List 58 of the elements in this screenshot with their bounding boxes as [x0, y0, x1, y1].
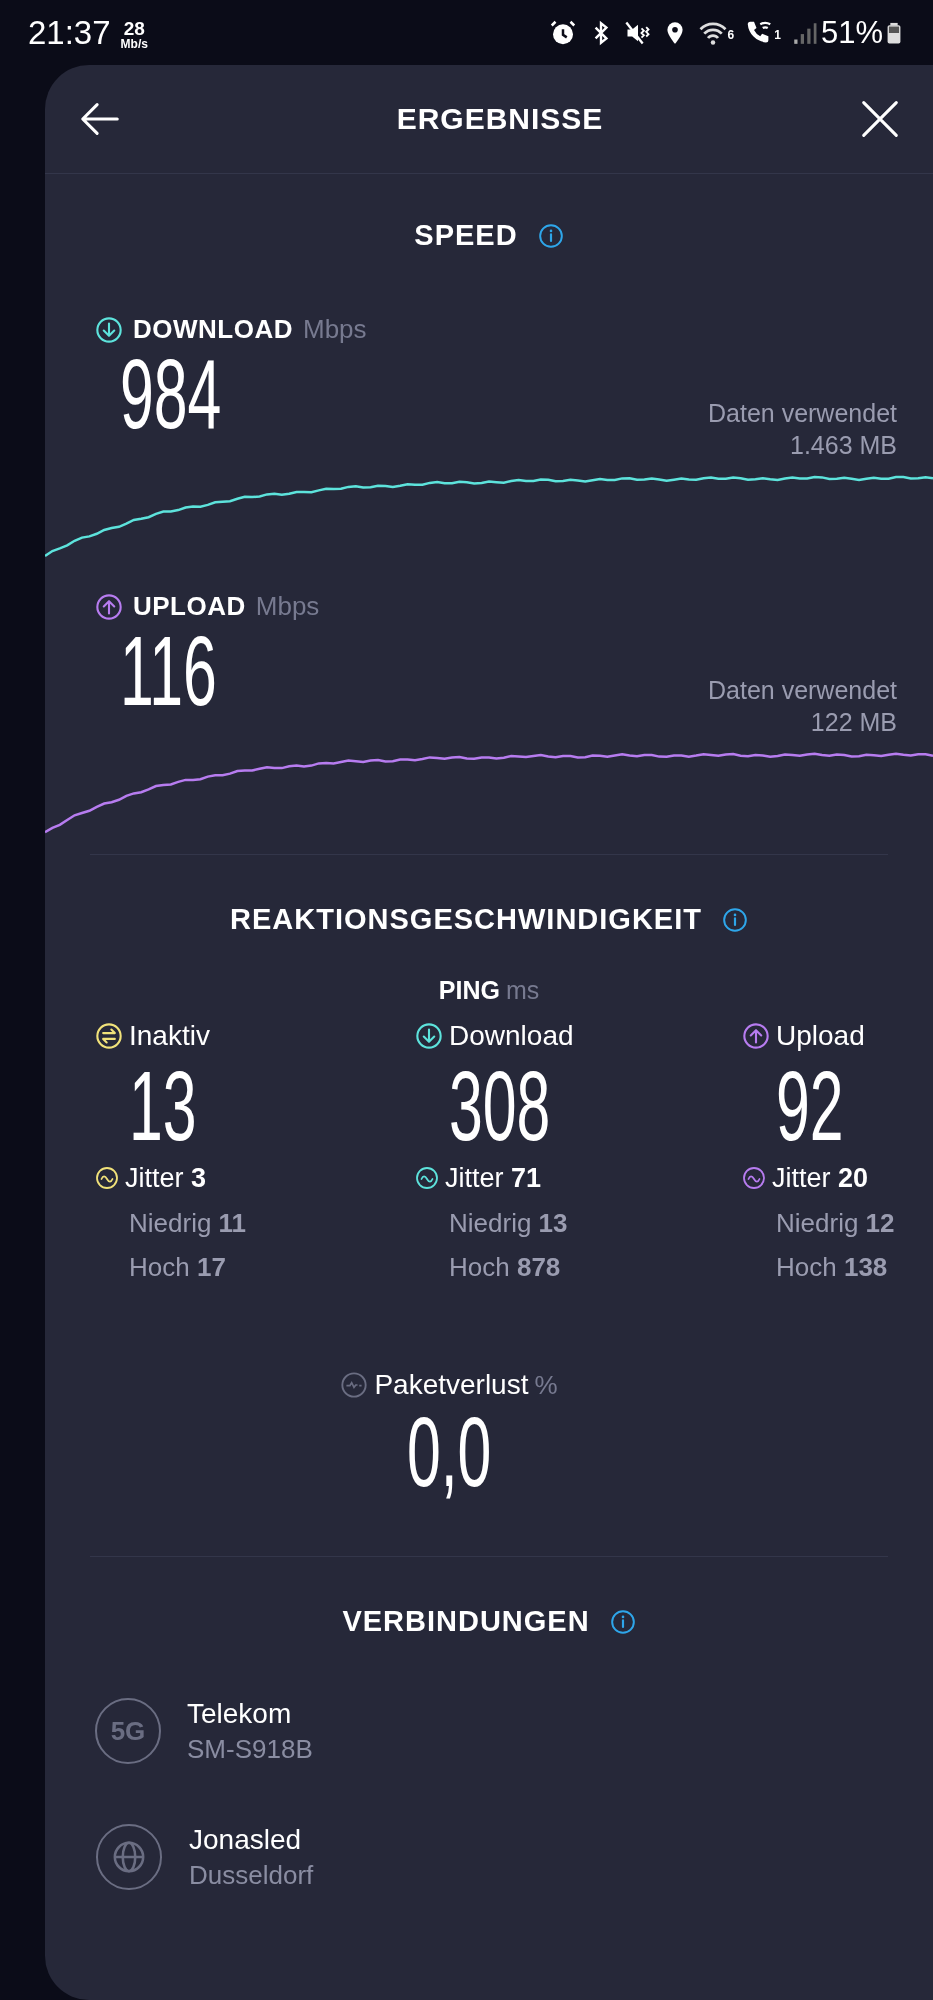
- jitter-text: Jitter 20: [772, 1162, 869, 1194]
- network-speed: 28: [123, 19, 145, 38]
- globe-icon: [95, 1823, 163, 1891]
- high-text: Hoch 878: [449, 1251, 562, 1284]
- wifi-band-label: 6: [727, 27, 735, 42]
- speed-value: 984: [120, 345, 222, 443]
- arrow-up-icon: [95, 592, 123, 621]
- wave-icon: [742, 1166, 766, 1190]
- info-button[interactable]: [609, 1608, 636, 1635]
- section-title: REAKTIONSGESCHWINDIGKEIT: [230, 903, 702, 936]
- network-type-badge: 5G: [95, 1698, 161, 1764]
- speed-value: 116: [120, 622, 217, 720]
- call-line-label: 1: [774, 27, 781, 42]
- wave-icon: [415, 1166, 439, 1190]
- ping-value: 13: [129, 1057, 197, 1155]
- low-text: Niedrig 13: [449, 1207, 569, 1240]
- connection-name: Telekom: [187, 1697, 293, 1730]
- connection-name: Jonasled: [189, 1823, 303, 1856]
- ping-label: PING: [438, 976, 500, 1005]
- ping-type-label: Download: [449, 1020, 574, 1052]
- pulse-icon: [340, 1371, 369, 1399]
- low-text: Niedrig 12: [776, 1207, 895, 1240]
- data-used-value: 1.463 MB: [790, 430, 897, 461]
- jitter-text: Jitter 3: [125, 1162, 207, 1194]
- jitter-text: Jitter 71: [445, 1162, 542, 1194]
- high-text: Hoch 17: [129, 1251, 227, 1284]
- unit-label: ms: [505, 976, 540, 1005]
- ping-type-label: Upload: [776, 1020, 865, 1052]
- screen-title: ERGEBNISSE: [396, 102, 604, 136]
- download-label: DOWNLOAD: [133, 314, 293, 345]
- data-used-label: Daten verwendet: [708, 398, 897, 429]
- data-used-label: Daten verwendet: [708, 675, 897, 706]
- packet-loss-value: 0,0: [406, 1403, 492, 1501]
- clock: 21:37: [28, 13, 111, 52]
- info-button[interactable]: [537, 222, 564, 249]
- arrow-down-icon: [95, 315, 123, 344]
- ping-value: 308: [449, 1057, 551, 1155]
- battery-percentage: 51%: [820, 14, 883, 51]
- packet-loss-label: Paketverlust: [374, 1369, 529, 1401]
- info-button[interactable]: [721, 906, 748, 933]
- ping-type-label: Inaktiv: [129, 1020, 210, 1052]
- section-title: VERBINDUNGEN: [342, 1605, 590, 1638]
- info-icon: [721, 906, 748, 933]
- ping-value: 92: [776, 1057, 844, 1155]
- unit-label: Mbps: [255, 591, 320, 622]
- section-title: SPEED: [414, 219, 518, 252]
- high-text: Hoch 138: [776, 1251, 889, 1284]
- unit-label: Mbps: [303, 314, 367, 345]
- unit-label: %: [534, 1369, 558, 1401]
- data-used-value: 122 MB: [810, 707, 897, 738]
- low-text: Niedrig 11: [129, 1207, 248, 1240]
- network-speed-unit: Mb/s: [120, 38, 148, 50]
- connection-detail: Dusseldorf: [189, 1859, 314, 1891]
- connection-detail: SM-S918B: [187, 1733, 313, 1765]
- info-icon: [609, 1608, 636, 1635]
- wave-icon: [95, 1166, 119, 1190]
- info-icon: [537, 222, 564, 249]
- upload-label: UPLOAD: [133, 591, 246, 622]
